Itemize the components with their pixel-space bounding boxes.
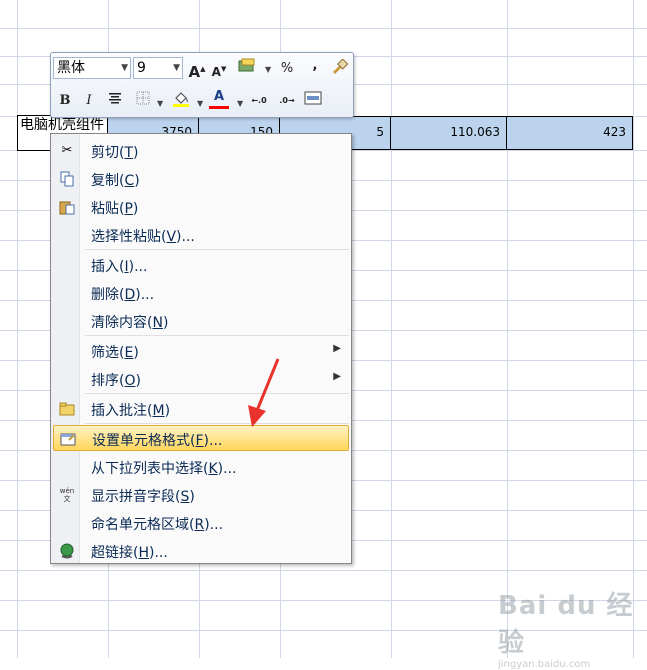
chevron-down-icon[interactable]: ▼	[121, 58, 128, 78]
chevron-down-icon[interactable]: ▼	[173, 58, 180, 78]
menu-item-cut[interactable]: ✂ 剪切(T)	[53, 138, 349, 164]
comma-style-icon[interactable]: ,	[305, 56, 325, 76]
menu-item-copy[interactable]: 复制(C)	[53, 166, 349, 192]
copy-icon	[59, 171, 75, 187]
fill-color-icon[interactable]	[171, 89, 191, 109]
hyperlink-icon	[59, 543, 75, 559]
grow-font-icon[interactable]: A▲	[187, 59, 207, 81]
chevron-down-icon[interactable]: ▼	[265, 65, 271, 74]
borders-icon[interactable]	[133, 91, 153, 111]
menu-item-paste-special[interactable]: 选择性粘贴(V)...	[53, 222, 349, 248]
paste-icon	[59, 199, 75, 215]
menu-item-insert-comment[interactable]: 插入批注(M)	[53, 396, 349, 422]
watermark-url: jingyan.baidu.com	[498, 659, 591, 670]
shrink-font-icon[interactable]: A▼	[209, 59, 229, 79]
center-align-icon[interactable]	[105, 91, 125, 111]
percent-icon[interactable]: %	[277, 59, 297, 79]
submenu-arrow-icon: ▶	[333, 371, 341, 382]
menu-separator	[85, 249, 349, 250]
menu-item-format-cells[interactable]: 设置单元格格式(F)...	[53, 425, 349, 451]
merge-center-icon[interactable]	[303, 91, 323, 111]
font-color-icon[interactable]: A	[209, 88, 229, 109]
phonetic-icon: wén 文	[59, 487, 75, 503]
menu-separator	[85, 335, 349, 336]
menu-separator	[85, 423, 349, 424]
cell-price[interactable]: 110.063	[391, 116, 507, 150]
chevron-down-icon[interactable]: ▼	[157, 99, 163, 108]
watermark: Bai du 经验 jingyan.baidu.com	[498, 585, 638, 670]
decrease-decimal-icon[interactable]: .0→	[277, 91, 297, 111]
submenu-arrow-icon: ▶	[333, 343, 341, 354]
cell-total[interactable]: 423	[507, 116, 633, 150]
context-menu: ✂ 剪切(T) 复制(C) 粘贴(P) 选择性粘贴(V)... 插入(I)...…	[50, 133, 352, 564]
menu-item-sort[interactable]: 排序(O) ▶	[53, 366, 349, 392]
format-cells-icon	[60, 431, 76, 447]
mini-toolbar: 黑体 ▼ 9 ▼ A▲ A▼ ▼ % , B I ▼ ▼ A ▼ ←.0 .0→	[50, 52, 354, 118]
annotation-arrow-icon	[248, 358, 280, 427]
font-size-select[interactable]: 9 ▼	[133, 57, 183, 79]
chevron-down-icon[interactable]: ▼	[237, 99, 243, 108]
increase-decimal-icon[interactable]: ←.0	[249, 91, 269, 111]
chevron-down-icon[interactable]: ▼	[197, 99, 203, 108]
font-name-value: 黑体	[57, 60, 85, 76]
menu-item-delete[interactable]: 删除(D)...	[53, 280, 349, 306]
italic-icon[interactable]: I	[79, 91, 99, 111]
menu-item-show-phonetic[interactable]: wén 文 显示拼音字段(S)	[53, 482, 349, 508]
menu-item-pick-from-list[interactable]: 从下拉列表中选择(K)...	[53, 454, 349, 480]
menu-item-paste[interactable]: 粘贴(P)	[53, 194, 349, 220]
comment-icon	[59, 401, 75, 417]
menu-item-insert[interactable]: 插入(I)...	[53, 252, 349, 278]
menu-item-define-name[interactable]: 命名单元格区域(R)...	[53, 510, 349, 536]
menu-item-clear-contents[interactable]: 清除内容(N)	[53, 308, 349, 334]
number-format-icon[interactable]	[237, 58, 257, 78]
menu-item-hyperlink[interactable]: 超链接(H)...	[53, 538, 349, 564]
format-painter-icon[interactable]	[329, 58, 349, 79]
font-name-select[interactable]: 黑体 ▼	[53, 57, 131, 79]
bold-icon[interactable]: B	[55, 91, 75, 111]
scissors-icon: ✂	[61, 143, 73, 158]
font-size-value: 9	[137, 60, 146, 76]
menu-separator	[85, 393, 349, 394]
menu-item-filter[interactable]: 筛选(E) ▶	[53, 338, 349, 364]
watermark-logo: Bai du 经验	[498, 591, 634, 658]
